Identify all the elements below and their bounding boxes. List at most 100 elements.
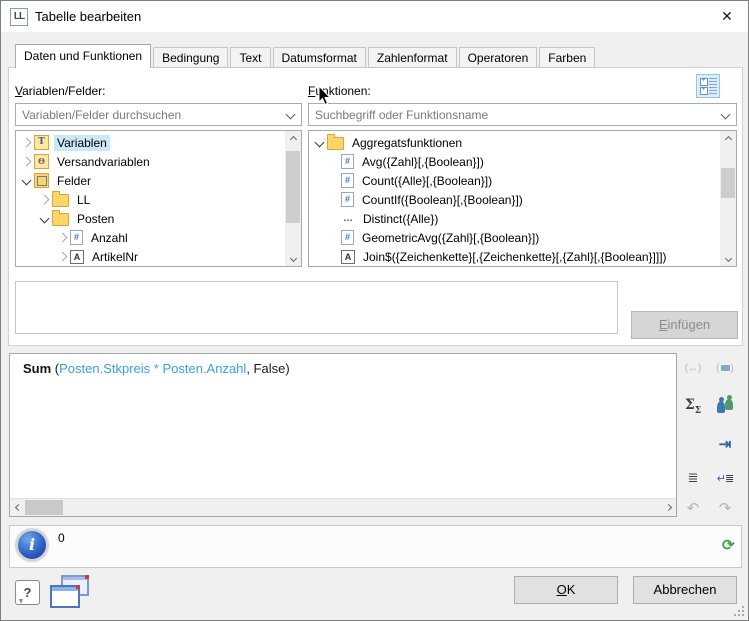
- text-field-icon: A: [70, 250, 84, 264]
- number-function-icon: #: [341, 230, 354, 245]
- insert-tab-button[interactable]: ⇥: [712, 433, 738, 455]
- scroll-right-icon[interactable]: [660, 499, 676, 515]
- any-type-function-icon: …: [341, 212, 355, 226]
- tab-strip: Daten und Funktionen Bedingung Text Datu…: [15, 44, 597, 68]
- scroll-up-icon[interactable]: [720, 131, 736, 147]
- number-field-icon: #: [70, 230, 83, 245]
- fields-icon: [34, 173, 49, 188]
- dialog-tabelle-bearbeiten: LL Tabelle bearbeiten ✕ Daten und Funkti…: [0, 0, 749, 621]
- parentheses-button[interactable]: (↔): [680, 357, 706, 379]
- sum-icon: ΣΣ: [685, 397, 701, 416]
- tab-farben[interactable]: Farben: [539, 47, 595, 68]
- tree-item-posten[interactable]: Posten: [18, 209, 284, 228]
- tree-item-distinct[interactable]: … Distinct({Alle}): [311, 209, 719, 228]
- tree-item-count[interactable]: # Count({Alle}[,{Boolean}]): [311, 171, 719, 190]
- shipping-variables-icon: Θ: [34, 154, 49, 169]
- expander-collapsed-icon[interactable]: [54, 253, 70, 260]
- field-rect-icon: [721, 365, 730, 371]
- close-icon[interactable]: ✕: [714, 5, 740, 28]
- insert-button[interactable]: Einfügen: [631, 311, 738, 339]
- variables-icon: T: [34, 135, 49, 150]
- info-icon: i: [16, 529, 48, 561]
- scroll-down-icon[interactable]: [285, 250, 301, 266]
- variables-search-input[interactable]: [16, 104, 291, 125]
- help-button[interactable]: ?: [15, 580, 40, 605]
- variables-fields-label: Variablen/Felder:: [15, 84, 106, 98]
- scroll-up-icon[interactable]: [285, 131, 301, 147]
- tree-item-artikelnr[interactable]: A ArtikelNr: [18, 247, 284, 266]
- wrap-arrow-icon: ↵: [717, 472, 725, 485]
- tab-zahlenformat[interactable]: Zahlenformat: [368, 47, 457, 68]
- variables-search-combobox: [15, 103, 302, 126]
- scrollbar-thumb[interactable]: [25, 500, 63, 515]
- wrap-lines-icon: ≣: [725, 472, 733, 485]
- list-lines-icon: [709, 87, 717, 95]
- refresh-icon[interactable]: ⟳: [722, 536, 735, 554]
- tab-text[interactable]: Text: [230, 47, 270, 68]
- function-view-toggle-button[interactable]: [696, 74, 720, 98]
- functions-search-input[interactable]: [309, 104, 726, 125]
- scroll-left-icon[interactable]: [10, 499, 26, 515]
- functions-search-combobox: [308, 103, 737, 126]
- indent-lines-button[interactable]: ≣: [680, 467, 706, 489]
- tab-datumsformat[interactable]: Datumsformat: [273, 47, 366, 68]
- expander-expanded-icon[interactable]: [36, 215, 52, 222]
- tree-item-anzahl[interactable]: # Anzahl: [18, 228, 284, 247]
- window-title: Tabelle bearbeiten: [35, 9, 141, 24]
- folder-icon: [52, 194, 69, 207]
- tree-item-versandvariablen[interactable]: Θ Versandvariablen: [18, 152, 284, 171]
- user-variables-button[interactable]: [712, 395, 738, 417]
- tree-item-ll[interactable]: LL: [18, 190, 284, 209]
- tab-daten-und-funktionen[interactable]: Daten und Funktionen: [15, 44, 151, 68]
- tree-item-countif[interactable]: # CountIf({Boolean}[,{Boolean}]): [311, 190, 719, 209]
- horizontal-scrollbar[interactable]: [10, 498, 676, 516]
- ok-button[interactable]: OK: [514, 576, 618, 604]
- redo-button[interactable]: ↷: [712, 497, 738, 519]
- formula-text: Sum (Posten.Stkpreis * Posten.Anzahl, Fa…: [23, 361, 290, 376]
- tree-item-aggregatsfunktionen[interactable]: Aggregatsfunktionen: [311, 133, 719, 152]
- expander-expanded-icon[interactable]: [18, 177, 34, 184]
- mouse-cursor: [318, 86, 332, 106]
- tree-item-maximum[interactable]: # Maximum({Zahl|Datum}[,{Boolean}]): [311, 266, 719, 267]
- expand-tree-icon: [700, 78, 708, 86]
- tree-item-avg[interactable]: # Avg({Zahl}[,{Boolean}]): [311, 152, 719, 171]
- functions-tree: Aggregatsfunktionen # Avg({Zahl}[,{Boole…: [308, 130, 737, 267]
- tab-operatoren[interactable]: Operatoren: [459, 47, 538, 68]
- tree-item-felder[interactable]: Felder: [18, 171, 284, 190]
- expander-collapsed-icon[interactable]: [18, 139, 34, 146]
- tree-item-join[interactable]: A Join$({Zeichenkette}[,{Zeichenkette}[,…: [311, 247, 719, 266]
- scrollbar-thumb[interactable]: [721, 168, 735, 198]
- undo-button[interactable]: ↶: [680, 497, 706, 519]
- expander-expanded-icon[interactable]: [311, 139, 327, 146]
- string-function-icon: A: [341, 250, 355, 264]
- cancel-button[interactable]: Abbrechen: [633, 576, 737, 604]
- app-icon: LL: [10, 8, 28, 26]
- expand-tree-icon: [700, 87, 708, 95]
- number-function-icon: #: [341, 154, 354, 169]
- tree-item-geometricavg[interactable]: # GeometricAvg({Zahl}[,{Boolean}]): [311, 228, 719, 247]
- expander-collapsed-icon[interactable]: [36, 196, 52, 203]
- scroll-down-icon[interactable]: [720, 250, 736, 266]
- folder-icon: [52, 213, 69, 226]
- resize-grip[interactable]: [734, 606, 744, 616]
- title-bar: LL Tabelle bearbeiten ✕: [1, 1, 748, 32]
- expander-collapsed-icon[interactable]: [54, 234, 70, 241]
- folder-icon: [327, 137, 344, 150]
- number-function-icon: #: [341, 173, 354, 188]
- scrollbar-thumb[interactable]: [286, 151, 300, 223]
- vertical-scrollbar[interactable]: [285, 131, 301, 266]
- vertical-scrollbar[interactable]: [720, 131, 736, 266]
- window-options-button[interactable]: [48, 573, 94, 615]
- result-value: 0: [58, 531, 65, 545]
- tree-item-artikelnr-ean128[interactable]: ArtikelNr_EAN128: [18, 266, 284, 267]
- expander-collapsed-icon[interactable]: [18, 158, 34, 165]
- sum-function-button[interactable]: ΣΣ: [680, 395, 706, 417]
- people-icon: [716, 398, 734, 414]
- tab-bedingung[interactable]: Bedingung: [153, 47, 228, 68]
- wrap-lines-button[interactable]: ↵≣: [712, 467, 738, 489]
- tree-item-variablen[interactable]: T Variablen: [18, 133, 284, 152]
- variables-fields-tree: T Variablen Θ Versandvariablen Felder LL: [15, 130, 302, 267]
- list-lines-icon: [709, 78, 717, 86]
- formula-editor[interactable]: Sum (Posten.Stkpreis * Posten.Anzahl, Fa…: [9, 353, 677, 517]
- field-parentheses-button[interactable]: (): [712, 357, 738, 379]
